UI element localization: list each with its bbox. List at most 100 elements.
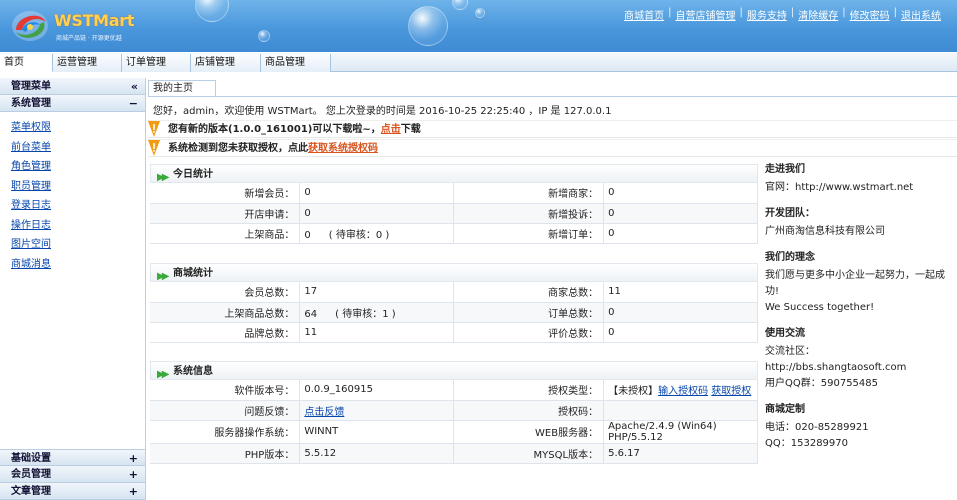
stat-label: 评价总数： [453, 322, 605, 343]
update-notice-suffix: 下载 [400, 124, 421, 135]
link-separator: | [842, 7, 846, 18]
panel-title: 商城统计 [173, 268, 213, 279]
link-self-store[interactable]: 自营店铺管理 [676, 7, 736, 22]
panel-title: 系统信息 [173, 366, 213, 377]
mysql-version: 5.6.17 [603, 443, 758, 464]
sidebar-item-roles[interactable]: 角色管理 [0, 157, 145, 177]
plus-icon[interactable]: + [129, 483, 138, 500]
about-heading: 使用交流 [765, 328, 805, 339]
bubble-decoration [258, 30, 270, 42]
double-arrow-icon: ▶▶ [157, 271, 170, 282]
about-line: 电话：020-85289921 [765, 422, 869, 433]
about-heading: 走进我们 [765, 164, 805, 175]
info-label: 服务器操作系统： [150, 420, 301, 444]
link-support[interactable]: 服务支持 [747, 7, 787, 22]
sidebar-group-system[interactable]: 系统管理 − [0, 95, 145, 112]
today-stats-panel: ▶▶ 今日统计 新增会员： 0 新增商家： 0 开店申请： 0 新增投诉： 0 上… [150, 164, 758, 244]
bubble-decoration [408, 6, 448, 46]
stat-value: 0 [299, 183, 455, 204]
tab-orders[interactable]: 订单管理 [122, 54, 191, 72]
software-version: 0.0.9_160915 [299, 380, 455, 401]
php-version: 5.5.12 [299, 443, 455, 464]
tab-stores[interactable]: 店铺管理 [191, 54, 261, 72]
about-block: 使用交流 交流社区：http://bbs.shangtaosoft.com 用户… [765, 326, 955, 392]
link-clear-cache[interactable]: 清除缓存 [798, 7, 838, 22]
sidebar-item-mall-messages[interactable]: 商城消息 [0, 255, 145, 275]
sidebar-group-label: 文章管理 [11, 486, 51, 497]
sidebar-item-menu-permission[interactable]: 菜单权限 [0, 118, 145, 138]
stat-label: 订单总数： [453, 302, 605, 323]
logo-swirl-icon [12, 11, 48, 41]
tab-operations[interactable]: 运营管理 [53, 54, 122, 72]
sidebar-item-operation-log[interactable]: 操作日志 [0, 216, 145, 236]
sidebar-group-articles[interactable]: 文章管理 + [0, 483, 145, 500]
tab-goods[interactable]: 商品管理 [261, 54, 331, 72]
plus-icon[interactable]: + [129, 466, 138, 483]
stat-value: 0 [603, 183, 758, 204]
minus-icon[interactable]: − [129, 95, 138, 112]
about-heading: 商城定制 [765, 404, 805, 415]
info-label: 授权码： [453, 400, 605, 421]
link-logout[interactable]: 退出系统 [901, 7, 941, 22]
get-license-code-link[interactable]: 获取系统授权码 [308, 143, 378, 154]
stat-label: 新增会员： [150, 183, 301, 204]
sidebar-item-login-log[interactable]: 登录日志 [0, 196, 145, 216]
tab-my-home[interactable]: 我的主页 [148, 80, 216, 97]
sidebar-item-staff[interactable]: 职员管理 [0, 177, 145, 197]
about-block: 商城定制 电话：020-85289921 QQ：153289970 [765, 402, 955, 452]
link-mall-home[interactable]: 商城首页 [624, 7, 664, 22]
sidebar-item-image-space[interactable]: 图片空间 [0, 235, 145, 255]
bubble-decoration [452, 0, 468, 10]
input-license-link[interactable]: 输入授权码 [658, 386, 708, 397]
mall-stats-panel: ▶▶ 商城统计 会员总数： 17 商家总数： 11 上架商品总数： 64 ( 待审核… [150, 263, 758, 343]
warning-flag-icon [148, 121, 160, 137]
info-label: 问题反馈： [150, 400, 301, 421]
system-info-table: 软件版本号： 0.0.9_160915 授权类型： 【未授权】输入授权码 获取授… [150, 380, 758, 464]
stat-value: 11 [299, 322, 455, 343]
sidebar: 管理菜单 « 系统管理 − 菜单权限 前台菜单 角色管理 职员管理 登录日志 操… [0, 78, 146, 500]
link-separator: | [739, 7, 743, 18]
about-line: QQ：153289970 [765, 438, 849, 449]
table-row: 问题反馈： 点击反馈 授权码： [150, 400, 758, 421]
sidebar-menu-title: 管理菜单 [11, 81, 51, 92]
plus-icon[interactable]: + [129, 450, 138, 467]
about-heading: 我们的理念 [765, 252, 815, 263]
main-tab-bar: 首页 运营管理 订单管理 店铺管理 商品管理 [0, 53, 957, 72]
sidebar-item-front-menu[interactable]: 前台菜单 [0, 138, 145, 158]
sidebar-group-basic-settings[interactable]: 基础设置 + [0, 449, 145, 466]
stat-value: 0 [603, 223, 758, 244]
license-type: 【未授权】 [608, 386, 659, 398]
license-code [603, 400, 758, 421]
stat-value: 0 [603, 302, 758, 323]
table-row: 上架商品总数： 64 ( 待审核：1 ) 订单总数： 0 [150, 302, 758, 323]
collapse-sidebar-icon[interactable]: « [131, 78, 138, 95]
about-line: 交流社区：http://bbs.shangtaosoft.com [765, 346, 907, 373]
about-block: 走进我们 官网：http://www.wstmart.net [765, 162, 955, 196]
download-link[interactable]: 点击 [381, 124, 401, 135]
pending-review-count: ( 待审核：0 ) [328, 229, 390, 241]
logo-brand-text: WSTMart [54, 11, 135, 30]
stat-label: 开店申请： [150, 203, 301, 224]
today-stats-header: ▶▶ 今日统计 [150, 164, 758, 183]
today-stats-table: 新增会员： 0 新增商家： 0 开店申请： 0 新增投诉： 0 上架商品： 0 (… [150, 183, 758, 244]
stat-number: 64 [304, 308, 318, 320]
logo: WSTMart 商城产品链 · 开源更优越 [6, 6, 135, 46]
about-line: We Success together! [765, 302, 875, 313]
about-block: 开发团队： 广州商淘信息科技有限公司 [765, 206, 955, 240]
sidebar-menu-header[interactable]: 管理菜单 « [0, 78, 145, 95]
stat-value: 11 [603, 282, 758, 303]
stat-label: 会员总数： [150, 282, 301, 303]
license-notice-text: 系统检测到您未获取授权，点此 [168, 143, 308, 154]
stat-label: 新增订单： [453, 223, 605, 244]
get-license-link[interactable]: 获取授权 [711, 386, 751, 397]
about-line: 我们愿与更多中小企业一起努力，一起成功! [765, 270, 945, 297]
stat-label: 上架商品总数： [150, 302, 301, 323]
tab-home[interactable]: 首页 [0, 54, 53, 72]
sidebar-group-members[interactable]: 会员管理 + [0, 466, 145, 483]
sidebar-items: 菜单权限 前台菜单 角色管理 职员管理 登录日志 操作日志 图片空间 商城消息 [0, 112, 145, 274]
link-change-password[interactable]: 修改密码 [850, 7, 890, 22]
stat-value: 64 ( 待审核：1 ) [299, 302, 455, 323]
table-row: 新增会员： 0 新增商家： 0 [150, 183, 758, 204]
feedback-link[interactable]: 点击反馈 [304, 407, 344, 418]
header-bar: WSTMart 商城产品链 · 开源更优越 商城首页 | 自营店铺管理 | 服务支持… [0, 0, 957, 52]
